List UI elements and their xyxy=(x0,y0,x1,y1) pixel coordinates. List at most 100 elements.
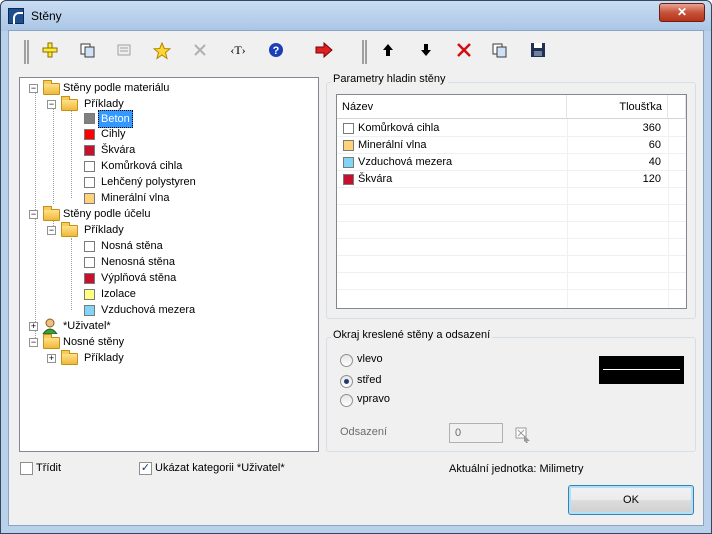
row-divider xyxy=(337,255,686,256)
row-divider xyxy=(337,221,686,222)
tree-node-label: Stěny podle účelu xyxy=(63,208,151,220)
tree-node-label: Stěny podle materiálu xyxy=(63,82,170,94)
tree-node-label: Příklady xyxy=(84,224,124,236)
move-down-icon[interactable] xyxy=(414,38,438,62)
delete-disabled-icon[interactable] xyxy=(188,38,212,62)
collapse-icon[interactable]: − xyxy=(29,84,38,93)
radio-left[interactable] xyxy=(340,354,353,367)
tree-node-label: *Uživatel* xyxy=(63,320,111,332)
layer-thickness: 60 xyxy=(648,139,661,151)
move-up-icon[interactable] xyxy=(376,38,400,62)
transfer-arrow-icon[interactable] xyxy=(312,38,336,62)
radio-center[interactable] xyxy=(340,375,353,388)
copy-layer-icon[interactable] xyxy=(488,38,512,62)
tree-guide xyxy=(53,106,54,204)
save-icon[interactable] xyxy=(526,38,550,62)
edge-offset-label: Okraj kreslené stěny a odsazení xyxy=(331,329,493,341)
properties-icon[interactable] xyxy=(112,38,136,62)
current-unit-text: Aktuální jednotka: Milimetry xyxy=(449,463,584,475)
radio-center-label: střed xyxy=(357,374,382,386)
color-swatch xyxy=(84,289,95,300)
help-icon[interactable]: ? xyxy=(264,38,288,62)
pick-offset-icon[interactable] xyxy=(515,427,531,443)
color-swatch xyxy=(84,241,95,252)
user-icon xyxy=(42,318,58,334)
tree-node-label: Příklady xyxy=(84,352,124,364)
tree-node-label: Vzduchová mezera xyxy=(101,304,196,316)
sort-label: Třídit xyxy=(36,462,62,474)
row-divider xyxy=(337,204,686,205)
column-header-filler xyxy=(668,95,686,119)
folder-closed-icon xyxy=(61,350,78,365)
tree-node-label: Izolace xyxy=(101,288,136,300)
color-swatch xyxy=(343,157,354,168)
new-icon[interactable] xyxy=(38,38,62,62)
row-divider xyxy=(337,238,686,239)
tree-node-label: Výplňová stěna xyxy=(101,272,177,284)
column-header-thickness[interactable]: Tloušťka xyxy=(567,95,668,119)
layer-thickness: 40 xyxy=(648,156,661,168)
tree-node-label: Cihly xyxy=(101,128,126,140)
close-button[interactable]: ✕ xyxy=(659,3,705,22)
tree-node-label: Nenosná stěna xyxy=(101,256,175,268)
tree-node-label: Škvára xyxy=(101,144,136,156)
tree-guide xyxy=(71,110,72,198)
collapse-icon[interactable]: − xyxy=(29,210,38,219)
layer-name: Vzduchová mezera xyxy=(358,156,453,168)
app-icon xyxy=(8,8,24,24)
tree-node-label: Minerální vlna xyxy=(101,192,170,204)
radio-right-label: vpravo xyxy=(357,393,391,405)
color-swatch xyxy=(343,174,354,185)
text-icon[interactable]: ‹T› xyxy=(226,38,250,62)
collapse-icon[interactable]: − xyxy=(47,226,56,235)
wall-edge-preview xyxy=(599,356,684,384)
folder-open-icon xyxy=(43,206,60,221)
expand-icon[interactable]: + xyxy=(29,322,38,331)
color-swatch xyxy=(84,193,95,204)
svg-text:?: ? xyxy=(273,45,280,57)
toolbar-grip xyxy=(24,40,29,64)
color-swatch xyxy=(84,177,95,188)
row-divider xyxy=(337,272,686,273)
layer-name: Minerální vlna xyxy=(358,139,427,151)
tree-guide xyxy=(71,238,72,310)
sort-checkbox[interactable] xyxy=(20,462,33,475)
column-divider xyxy=(668,119,669,308)
toolbar-separator xyxy=(362,40,367,64)
layer-thickness: 360 xyxy=(642,122,661,134)
tree-node-label: Nosná stěna xyxy=(101,240,163,252)
color-swatch xyxy=(84,129,95,140)
color-swatch xyxy=(343,140,354,151)
layer-thickness: 120 xyxy=(642,173,661,185)
delete-layer-icon[interactable] xyxy=(452,38,476,62)
offset-label: Odsazení xyxy=(340,426,388,438)
color-swatch xyxy=(343,123,354,134)
show-user-label: Ukázat kategorii *Uživatel* xyxy=(155,462,285,474)
expand-icon[interactable]: + xyxy=(47,354,56,363)
column-header-name[interactable]: Název xyxy=(337,95,567,119)
copy-icon[interactable] xyxy=(76,38,100,62)
color-swatch xyxy=(84,273,95,284)
show-user-checkbox[interactable]: ✓ xyxy=(139,462,152,475)
layer-parameters-label: Parametry hladin stěny xyxy=(331,73,448,85)
tree-node-label: Lehčený polystyren xyxy=(101,176,196,188)
window-title: Stěny xyxy=(31,9,62,23)
layers-table[interactable]: Název Tloušťka Komůrková cihla 360 Miner… xyxy=(336,94,687,309)
color-swatch xyxy=(84,305,95,316)
favorite-star-icon[interactable] xyxy=(150,38,174,62)
tree-node-label: Nosné stěny xyxy=(63,336,125,348)
folder-open-icon xyxy=(43,334,60,349)
color-swatch xyxy=(84,113,95,124)
color-swatch xyxy=(84,257,95,268)
row-divider xyxy=(337,289,686,290)
radio-left-label: vlevo xyxy=(357,353,383,365)
ok-button[interactable]: OK xyxy=(568,485,694,515)
radio-right[interactable] xyxy=(340,394,353,407)
layer-name: Škvára xyxy=(358,173,393,185)
collapse-icon[interactable]: − xyxy=(29,338,38,347)
offset-input[interactable]: 0 xyxy=(449,423,503,443)
title-bar[interactable]: Stěny ✕ xyxy=(1,1,711,31)
folder-open-icon xyxy=(61,222,78,237)
collapse-icon[interactable]: − xyxy=(47,100,56,109)
layer-name: Komůrková cihla xyxy=(358,122,440,134)
